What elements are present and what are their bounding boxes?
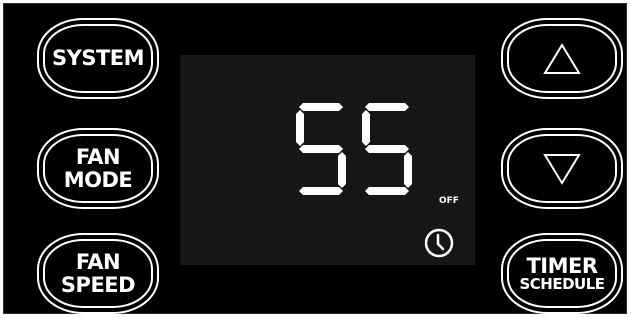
digit-segment <box>404 152 412 188</box>
lcd-display: 55 OFF <box>180 55 475 265</box>
fan-speed-label-line2: SPEED <box>60 272 136 297</box>
digit-segment <box>362 110 370 146</box>
digit-segment <box>299 145 343 153</box>
fan-speed-button[interactable]: FAN SPEED <box>37 233 159 314</box>
timer-schedule-button[interactable]: TIMER SCHEDULE <box>501 233 623 314</box>
status-text: OFF <box>439 196 459 206</box>
up-triangle-icon <box>543 42 581 74</box>
fan-mode-label-line2: MODE <box>63 167 133 192</box>
decrease-button[interactable] <box>501 128 623 209</box>
digit-segment <box>296 110 304 146</box>
digit-segment <box>365 145 409 153</box>
system-button-label: SYSTEM <box>51 46 145 71</box>
digit-segment <box>299 103 343 111</box>
fan-mode-label-line1: FAN <box>75 145 121 170</box>
fan-mode-button[interactable]: FAN MODE <box>37 128 159 209</box>
fan-speed-label-line1: FAN <box>75 250 121 275</box>
down-triangle-icon <box>543 153 581 185</box>
digit-segment <box>338 152 346 188</box>
clock-icon[interactable] <box>423 227 455 259</box>
digit-segment <box>365 103 409 111</box>
timer-label: TIMER <box>526 253 598 278</box>
digit-segment <box>299 187 343 195</box>
temperature-readout: 55 <box>296 103 412 195</box>
digit-segment <box>365 187 409 195</box>
increase-button[interactable] <box>501 18 623 99</box>
schedule-label: SCHEDULE <box>519 274 605 293</box>
system-button[interactable]: SYSTEM <box>37 18 159 99</box>
